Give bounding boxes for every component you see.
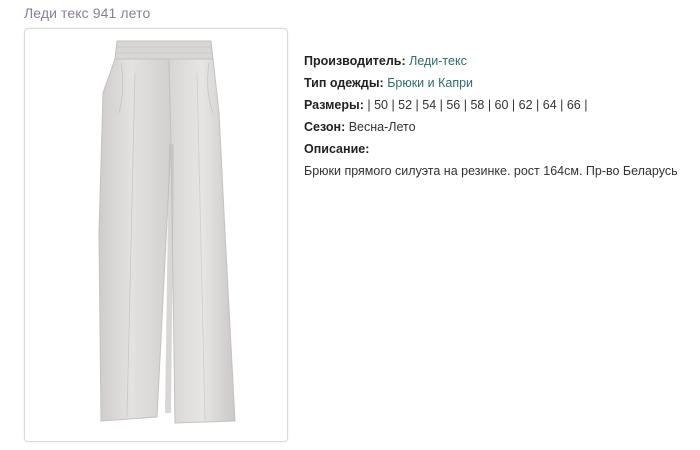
clothing-type-link[interactable]: Брюки и Капри xyxy=(387,76,473,90)
product-page: Леди текс 941 лето Производитель: Леди-т… xyxy=(0,0,700,450)
clothing-type-row: Тип одежды: Брюки и Капри xyxy=(304,72,678,94)
manufacturer-label: Производитель: xyxy=(304,54,406,68)
product-photo-frame[interactable] xyxy=(24,28,288,442)
description-label-row: Описание: xyxy=(304,138,678,160)
page-title: Леди текс 941 лето xyxy=(24,5,151,21)
clothing-type-label: Тип одежды: xyxy=(304,76,384,90)
sizes-row: Размеры: | 50 | 52 | 54 | 56 | 58 | 60 |… xyxy=(304,94,678,116)
description-text: Брюки прямого силуэта на резинке. рост 1… xyxy=(304,164,678,178)
season-value: Весна-Лето xyxy=(348,120,416,134)
description-label: Описание: xyxy=(304,142,370,156)
season-label: Сезон: xyxy=(304,120,346,134)
sizes-label: Размеры: xyxy=(304,98,364,112)
description-text-row: Брюки прямого силуэта на резинке. рост 1… xyxy=(304,160,678,182)
season-row: Сезон: Весна-Лето xyxy=(304,116,678,138)
manufacturer-link[interactable]: Леди-текс xyxy=(409,54,467,68)
manufacturer-row: Производитель: Леди-текс xyxy=(304,50,678,72)
trousers-photo xyxy=(98,40,236,424)
product-details: Производитель: Леди-текс Тип одежды: Брю… xyxy=(304,50,678,182)
sizes-value: | 50 | 52 | 54 | 56 | 58 | 60 | 62 | 64 … xyxy=(367,98,588,112)
